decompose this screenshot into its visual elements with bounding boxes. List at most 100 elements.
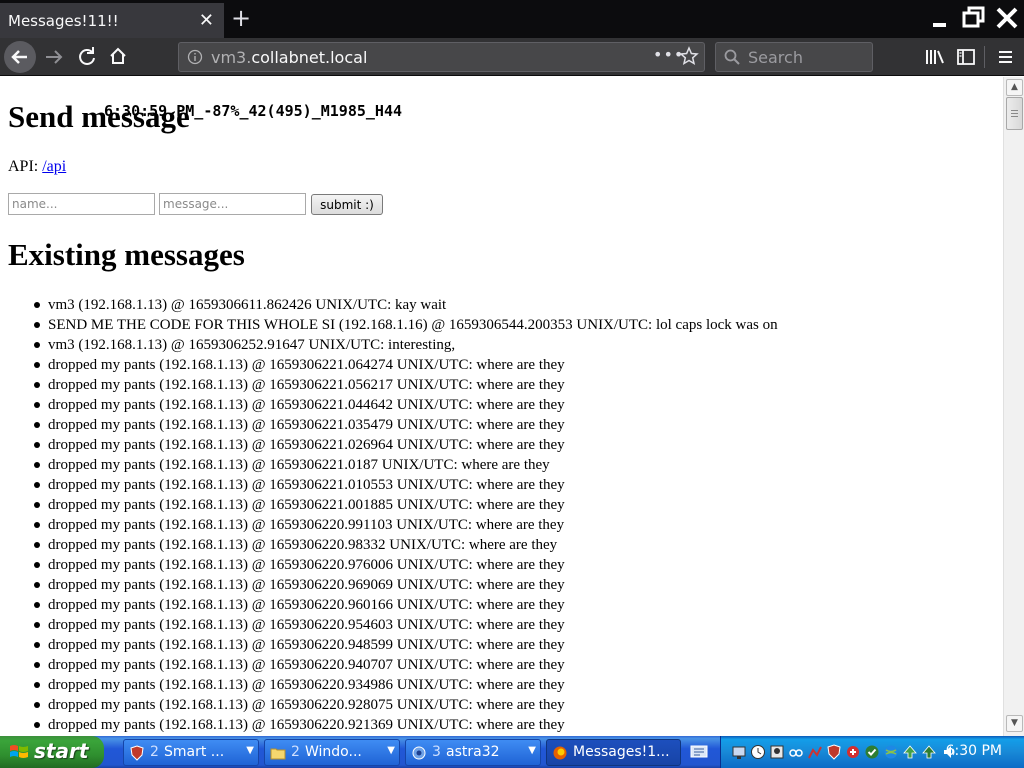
group-count: 2 xyxy=(150,744,159,760)
url-host: collabnet.local xyxy=(251,48,368,67)
tray-globe-icon[interactable] xyxy=(883,744,899,760)
firefox-icon xyxy=(552,745,568,761)
url-prefix: vm3. xyxy=(211,48,252,67)
show-desktop-icon[interactable] xyxy=(690,743,708,761)
taskbar-clock[interactable]: 6:30 PM xyxy=(946,743,1002,759)
chevron-down-icon: ▼ xyxy=(246,745,254,756)
list-item: dropped my pants (192.168.1.13) @ 165930… xyxy=(34,655,778,675)
group-count: 3 xyxy=(432,744,441,760)
vertical-scrollbar[interactable]: ▲ ▼ xyxy=(1003,77,1024,736)
existing-messages-heading: Existing messages xyxy=(8,237,245,272)
info-icon[interactable] xyxy=(187,49,203,69)
home-icon xyxy=(110,47,126,64)
list-item: vm3 (192.168.1.13) @ 1659306611.862426 U… xyxy=(34,295,778,315)
menu-button[interactable] xyxy=(991,42,1021,72)
tray-shield-icon[interactable] xyxy=(826,744,842,760)
system-tray: 6:30 PM xyxy=(720,736,1024,768)
group-count: 2 xyxy=(291,744,300,760)
list-item: dropped my pants (192.168.1.13) @ 165930… xyxy=(34,355,778,375)
list-item: dropped my pants (192.168.1.13) @ 165930… xyxy=(34,715,778,735)
home-button[interactable] xyxy=(104,42,134,72)
scroll-down-arrow-icon[interactable]: ▼ xyxy=(1006,715,1023,732)
tab-close-icon[interactable]: ✕ xyxy=(199,10,214,31)
chevron-down-icon: ▼ xyxy=(528,745,536,756)
tray-antivirus-icon[interactable] xyxy=(845,744,861,760)
page-content: Send message 6:30:59 PM_-87%_42(495)_M19… xyxy=(0,77,1003,736)
reload-button[interactable] xyxy=(72,42,102,72)
start-button[interactable]: start xyxy=(0,736,104,768)
list-item: dropped my pants (192.168.1.13) @ 165930… xyxy=(34,415,778,435)
list-item: dropped my pants (192.168.1.13) @ 165930… xyxy=(34,675,778,695)
shield-icon xyxy=(129,745,145,761)
bookmark-star-icon[interactable] xyxy=(679,46,699,70)
window-close-button[interactable] xyxy=(992,3,1022,33)
forward-button[interactable] xyxy=(40,42,70,72)
group-label: astra32 xyxy=(446,744,500,760)
restore-icon xyxy=(962,6,985,28)
taskbar-group-astra32[interactable]: 3 astra32 ▼ xyxy=(405,739,541,766)
name-input[interactable] xyxy=(8,193,155,215)
search-icon xyxy=(724,49,740,69)
search-bar[interactable]: Search xyxy=(715,42,873,72)
taskbar-group-windows[interactable]: 2 Windo... ▼ xyxy=(264,739,400,766)
tray-chain-icon[interactable] xyxy=(788,744,804,760)
taskbar-group-smart[interactable]: 2 Smart ... ▼ xyxy=(123,739,259,766)
arrow-left-icon xyxy=(11,50,27,64)
tray-user-icon[interactable] xyxy=(769,744,785,760)
list-item: dropped my pants (192.168.1.13) @ 165930… xyxy=(34,555,778,575)
message-list: vm3 (192.168.1.13) @ 1659306611.862426 U… xyxy=(34,295,778,735)
tab-title: Messages!11!! xyxy=(8,12,119,30)
system-overlay-text: 6:30:59 PM_-87%_42(495)_M1985_H44 xyxy=(104,102,403,120)
api-link[interactable]: /api xyxy=(42,158,66,175)
back-button[interactable] xyxy=(4,41,36,73)
reload-icon xyxy=(79,47,95,65)
list-item: dropped my pants (192.168.1.13) @ 165930… xyxy=(34,375,778,395)
navigation-toolbar: vm3.collabnet.local ••• Search xyxy=(0,38,1024,76)
list-item: dropped my pants (192.168.1.13) @ 165930… xyxy=(34,395,778,415)
scroll-up-arrow-icon[interactable]: ▲ xyxy=(1006,79,1023,96)
taskbar-item-messages[interactable]: Messages!1... xyxy=(546,739,681,766)
list-item: vm3 (192.168.1.13) @ 1659306252.91647 UN… xyxy=(34,335,778,355)
library-icon xyxy=(926,50,944,64)
list-item: dropped my pants (192.168.1.13) @ 165930… xyxy=(34,495,778,515)
list-item: dropped my pants (192.168.1.13) @ 165930… xyxy=(34,435,778,455)
tray-check-icon[interactable] xyxy=(864,744,880,760)
start-label: start xyxy=(34,739,89,763)
tray-graph-icon[interactable] xyxy=(807,744,823,760)
chevron-down-icon: ▼ xyxy=(387,745,395,756)
list-item: dropped my pants (192.168.1.13) @ 165930… xyxy=(34,615,778,635)
list-item: dropped my pants (192.168.1.13) @ 165930… xyxy=(34,695,778,715)
minimize-button[interactable] xyxy=(925,3,955,33)
list-item: dropped my pants (192.168.1.13) @ 165930… xyxy=(34,575,778,595)
tray-network-icon[interactable] xyxy=(731,744,747,760)
chip-icon xyxy=(411,745,427,761)
list-item: dropped my pants (192.168.1.13) @ 165930… xyxy=(34,535,778,555)
taskbar-item-label: Messages!1... xyxy=(573,744,670,760)
restore-button[interactable] xyxy=(959,3,989,33)
tray-clock-icon[interactable] xyxy=(750,744,766,760)
arrow-right-icon xyxy=(46,50,63,64)
list-item: dropped my pants (192.168.1.13) @ 165930… xyxy=(34,475,778,495)
list-item: SEND ME THE CODE FOR THIS WHOLE SI (192.… xyxy=(34,317,778,333)
sidebar-button[interactable] xyxy=(951,42,981,72)
tray-arrow-icon[interactable] xyxy=(902,744,918,760)
tab-strip: Messages!11!! ✕ + xyxy=(0,0,1024,38)
list-item: dropped my pants (192.168.1.13) @ 165930… xyxy=(34,595,778,615)
api-label: API: xyxy=(8,158,39,175)
submit-button[interactable]: submit :) xyxy=(311,194,383,215)
scroll-thumb[interactable] xyxy=(1006,97,1023,130)
search-placeholder: Search xyxy=(748,48,803,67)
list-item: dropped my pants (192.168.1.13) @ 165930… xyxy=(34,635,778,655)
library-button[interactable] xyxy=(920,42,950,72)
tray-update-icon[interactable] xyxy=(921,744,937,760)
url-text[interactable]: vm3.collabnet.local xyxy=(211,48,367,67)
group-label: Smart ... xyxy=(164,744,225,760)
group-label: Windo... xyxy=(305,744,362,760)
sidebar-icon xyxy=(957,49,975,65)
list-item: dropped my pants (192.168.1.13) @ 165930… xyxy=(34,515,778,535)
url-bar[interactable]: vm3.collabnet.local ••• xyxy=(178,42,705,72)
new-tab-button[interactable]: + xyxy=(230,5,252,33)
tab-messages[interactable]: Messages!11!! ✕ xyxy=(0,3,224,38)
message-input[interactable] xyxy=(159,193,306,215)
minimize-icon xyxy=(933,23,946,27)
